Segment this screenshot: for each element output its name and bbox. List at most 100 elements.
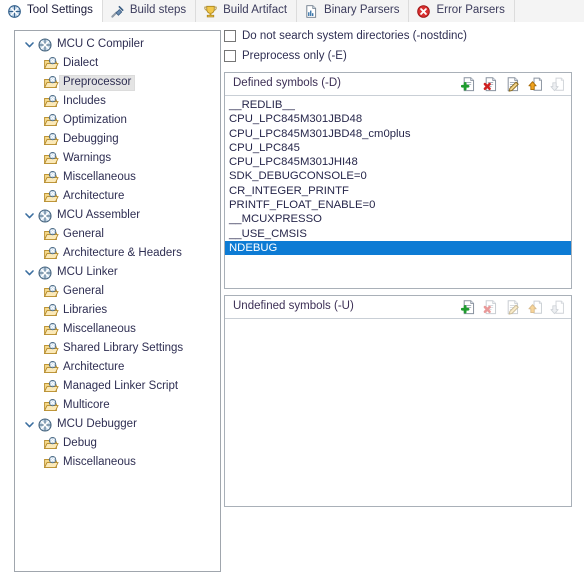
tab-error-parsers[interactable]: Error Parsers: [409, 0, 515, 22]
checkbox-option-list: Do not search system directories (-nostd…: [224, 26, 572, 66]
folder-settings-icon: [43, 113, 59, 129]
folder-settings-icon: [43, 246, 59, 262]
folder-settings-icon: [43, 284, 59, 300]
folder-settings-icon: [43, 189, 59, 205]
list-item[interactable]: PRINTF_FLOAT_ENABLE=0: [225, 198, 571, 212]
list-item[interactable]: CPU_LPC845: [225, 141, 571, 155]
tree-item-managed-linker-script[interactable]: Managed Linker Script: [15, 377, 220, 396]
folder-settings-icon: [43, 56, 59, 72]
tree-item-dialect[interactable]: Dialect: [15, 54, 220, 73]
chevron-down-icon[interactable]: [23, 418, 36, 431]
folder-settings-icon: [43, 455, 59, 471]
tree-item-general[interactable]: General: [15, 282, 220, 301]
tree-item-label: Libraries: [63, 303, 108, 316]
list-item[interactable]: NDEBUG: [225, 240, 571, 256]
delete-icon: [481, 298, 501, 316]
tree-item-architecture[interactable]: Architecture: [15, 358, 220, 377]
add-icon[interactable]: [459, 75, 479, 93]
tree-item-label: Miscellaneous: [63, 322, 136, 335]
tree-item-miscellaneous[interactable]: Miscellaneous: [15, 168, 220, 187]
build-artifact-icon: [203, 4, 218, 19]
add-icon[interactable]: [459, 298, 479, 316]
tree-item-mcu-assembler[interactable]: MCU Assembler: [15, 206, 220, 225]
tree-item-label: Debugging: [63, 132, 119, 145]
move-down-icon: [547, 298, 567, 316]
tree-item-label: Miscellaneous: [63, 170, 136, 183]
tree-item-miscellaneous[interactable]: Miscellaneous: [15, 453, 220, 472]
undefined-symbols-header: Undefined symbols (-U): [225, 296, 571, 319]
defined-symbols-header: Defined symbols (-D): [225, 73, 571, 96]
tool-node-icon: [37, 417, 53, 433]
tree-item-label: MCU C Compiler: [57, 37, 144, 50]
preprocessor-options-pane: Do not search system directories (-nostd…: [224, 26, 572, 574]
checkbox[interactable]: [224, 30, 236, 42]
move-up-icon[interactable]: [525, 75, 545, 93]
tab-build-steps[interactable]: Build steps: [102, 0, 197, 22]
tree-item-multicore[interactable]: Multicore: [15, 396, 220, 415]
tree-item-label: Debug: [63, 436, 97, 449]
tree-item-mcu-debugger[interactable]: MCU Debugger: [15, 415, 220, 434]
tab-label: Tool Settings: [27, 4, 93, 17]
chevron-down-icon[interactable]: [23, 209, 36, 222]
defined-symbols-list[interactable]: __REDLIB__ CPU_LPC845M301JBD48 CPU_LPC845M…: [225, 96, 571, 288]
option-row[interactable]: Do not search system directories (-nostd…: [224, 26, 572, 46]
list-item[interactable]: CPU_LPC845M301JBD48: [225, 112, 571, 126]
list-item[interactable]: CPU_LPC845M301JHI48: [225, 155, 571, 169]
tree-item-miscellaneous[interactable]: Miscellaneous: [15, 320, 220, 339]
tree-item-optimization[interactable]: Optimization: [15, 111, 220, 130]
checkbox[interactable]: [224, 50, 236, 62]
tab-bar: Tool Settings Build steps Build Artifact Bi…: [0, 0, 584, 23]
tree-item-warnings[interactable]: Warnings: [15, 149, 220, 168]
undefined-symbols-list[interactable]: [225, 319, 571, 506]
list-item[interactable]: SDK_DEBUGCONSOLE=0: [225, 169, 571, 183]
defined-symbols-toolbar: [459, 75, 567, 93]
folder-settings-icon: [43, 170, 59, 186]
chevron-down-icon[interactable]: [23, 266, 36, 279]
defined-symbols-title: Defined symbols (-D): [233, 77, 341, 90]
list-item[interactable]: __REDLIB__: [225, 98, 571, 112]
folder-settings-icon: [43, 436, 59, 452]
tree-item-mcu-linker[interactable]: MCU Linker: [15, 263, 220, 282]
list-item[interactable]: CR_INTEGER_PRINTF: [225, 184, 571, 198]
tab-label: Binary Parsers: [324, 4, 400, 17]
tab-tool-settings[interactable]: Tool Settings: [0, 0, 103, 23]
list-item[interactable]: __MCUXPRESSO: [225, 212, 571, 226]
folder-settings-icon: [43, 379, 59, 395]
tree-item-includes[interactable]: Includes: [15, 92, 220, 111]
delete-icon[interactable]: [481, 75, 501, 93]
tree-item-architecture-headers[interactable]: Architecture & Headers: [15, 244, 220, 263]
error-parsers-icon: [416, 4, 431, 19]
chevron-down-icon[interactable]: [23, 38, 36, 51]
settings-tree-panel[interactable]: MCU C Compiler Dialect Preprocessor Include…: [14, 30, 221, 572]
tree-item-label: Miscellaneous: [63, 455, 136, 468]
tree-item-label: Architecture: [63, 360, 125, 373]
tree-item-general[interactable]: General: [15, 225, 220, 244]
tree-item-label: Optimization: [63, 113, 127, 126]
folder-settings-icon: [43, 75, 59, 91]
undefined-symbols-toolbar: [459, 298, 567, 316]
tree-item-label: Architecture: [63, 189, 125, 202]
undefined-symbols-title: Undefined symbols (-U): [233, 300, 354, 313]
build-steps-icon: [110, 4, 125, 19]
tree-item-libraries[interactable]: Libraries: [15, 301, 220, 320]
tab-build-artifact[interactable]: Build Artifact: [196, 0, 298, 22]
folder-settings-icon: [43, 227, 59, 243]
folder-settings-icon: [43, 341, 59, 357]
folder-settings-icon: [43, 94, 59, 110]
tree-item-label: MCU Assembler: [57, 208, 141, 221]
tree-item-architecture[interactable]: Architecture: [15, 187, 220, 206]
tree-item-label: MCU Linker: [57, 265, 118, 278]
tree-item-mcu-c-compiler[interactable]: MCU C Compiler: [15, 35, 220, 54]
list-item[interactable]: CPU_LPC845M301JBD48_cm0plus: [225, 127, 571, 141]
edit-icon[interactable]: [503, 75, 523, 93]
tree-item-debug[interactable]: Debug: [15, 434, 220, 453]
tab-binary-parsers[interactable]: Binary Parsers: [297, 0, 410, 22]
folder-settings-icon: [43, 322, 59, 338]
tree-item-debugging[interactable]: Debugging: [15, 130, 220, 149]
settings-tree: MCU C Compiler Dialect Preprocessor Include…: [15, 31, 220, 472]
option-row[interactable]: Preprocess only (-E): [224, 46, 572, 66]
tab-label: Build Artifact: [223, 4, 288, 17]
tree-item-shared-library-settings[interactable]: Shared Library Settings: [15, 339, 220, 358]
list-item[interactable]: __USE_CMSIS: [225, 227, 571, 241]
tree-item-preprocessor[interactable]: Preprocessor: [15, 73, 220, 92]
